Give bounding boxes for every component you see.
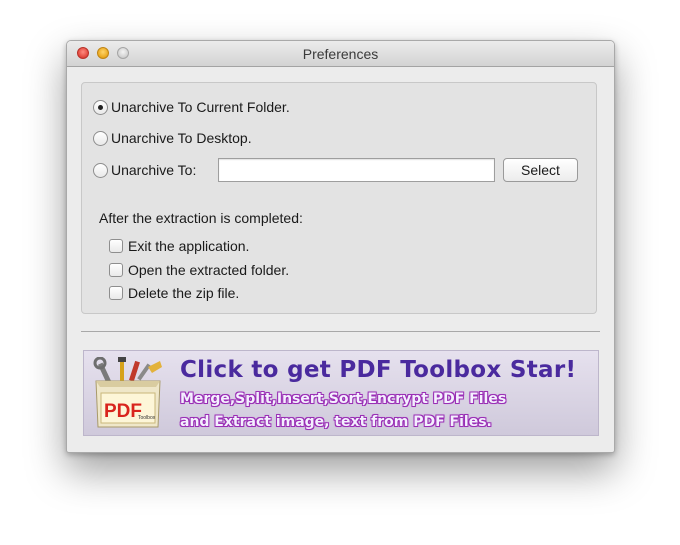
checkbox[interactable]	[109, 263, 123, 277]
banner-title: Click to get PDF Toolbox Star!	[180, 357, 577, 383]
checkbox[interactable]	[109, 286, 123, 300]
destination-path-input[interactable]	[218, 158, 495, 182]
logo-pdf-text: PDF	[104, 401, 142, 422]
radio-button[interactable]	[93, 162, 108, 178]
settings-group: Unarchive To Current Folder. Unarchive T…	[81, 82, 597, 314]
divider	[81, 331, 600, 332]
select-folder-button[interactable]: Select	[503, 158, 578, 182]
preferences-window: Preferences Unarchive To Current Folder.…	[66, 40, 615, 453]
logo-toolbox-text: Toolbox	[138, 415, 156, 421]
checkbox[interactable]	[109, 239, 123, 253]
radio-custom-folder-label: Unarchive To:	[111, 162, 197, 178]
radio-current-folder-label: Unarchive To Current Folder.	[111, 99, 290, 115]
radio-desktop-label: Unarchive To Desktop.	[111, 130, 252, 146]
checkbox-exit-application[interactable]: Exit the application.	[109, 237, 249, 255]
title-bar: Preferences	[67, 41, 614, 67]
checkbox-open-folder[interactable]: Open the extracted folder.	[109, 261, 289, 279]
radio-current-folder[interactable]: Unarchive To Current Folder.	[93, 97, 290, 117]
after-extraction-label: After the extraction is completed:	[99, 210, 303, 226]
pdf-toolbox-ad-banner[interactable]: PDF Toolbox Click to get PDF Toolbox Sta…	[83, 350, 599, 436]
checkbox-exit-label: Exit the application.	[128, 238, 250, 254]
checkbox-delete-label: Delete the zip file.	[128, 285, 240, 301]
pdf-toolbox-logo-icon: PDF Toolbox	[93, 357, 162, 428]
banner-description-line-2: and Extract image, text from PDF Files.	[180, 414, 492, 430]
banner-description-line-1: Merge,Split,Insert,Sort,Encrypt PDF File…	[180, 391, 507, 407]
window-title: Preferences	[302, 46, 379, 62]
radio-button-selected[interactable]	[93, 99, 108, 115]
checkbox-open-label: Open the extracted folder.	[128, 262, 290, 278]
radio-desktop[interactable]: Unarchive To Desktop.	[93, 128, 252, 148]
radio-button[interactable]	[93, 130, 108, 146]
checkbox-delete-zip[interactable]: Delete the zip file.	[109, 284, 239, 302]
radio-custom-folder[interactable]: Unarchive To:	[93, 160, 196, 180]
